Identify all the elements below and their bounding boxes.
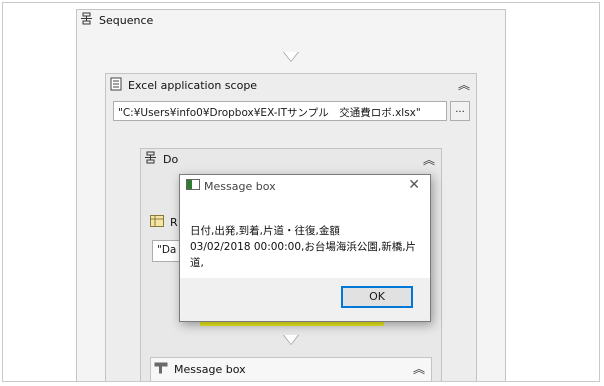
message-box-activity-header[interactable]: Message box ︽ bbox=[151, 358, 431, 380]
collapse-icon[interactable]: ︽ bbox=[458, 76, 470, 93]
collapse-icon[interactable]: ︽ bbox=[413, 360, 425, 377]
excel-document-icon bbox=[110, 77, 122, 94]
app-window-icon bbox=[186, 179, 200, 193]
sequence-icon bbox=[144, 151, 157, 167]
spreadsheet-icon bbox=[150, 214, 164, 230]
collapse-icon[interactable]: ︽ bbox=[423, 151, 435, 168]
excel-scope-header[interactable]: Excel application scope ︽ bbox=[106, 74, 476, 96]
sequence-icon bbox=[80, 12, 93, 28]
workbook-path-input[interactable]: "C:¥Users¥info0¥Dropbox¥EX-ITサンプル 交通費ロボ.… bbox=[113, 101, 447, 121]
dialog-message-line: 03/02/2018 00:00:00,お台場海浜公園,新橋,片道, bbox=[190, 241, 417, 269]
read-range-title: R bbox=[170, 215, 178, 229]
browse-button[interactable]: ... bbox=[450, 101, 470, 121]
do-title: Do bbox=[163, 152, 179, 166]
dialog-title: Message box bbox=[204, 179, 276, 193]
dialog-message-line: 日付,出発,到着,片道・往復,金額 bbox=[190, 225, 340, 237]
message-box-activity-title: Message box bbox=[174, 362, 246, 376]
excel-scope-title: Excel application scope bbox=[128, 78, 258, 92]
close-icon[interactable]: ✕ bbox=[408, 177, 420, 193]
dialog-titlebar[interactable]: Message box ✕ bbox=[180, 175, 430, 197]
do-header[interactable]: Do ︽ bbox=[141, 149, 441, 169]
ok-button[interactable]: OK bbox=[341, 286, 413, 308]
message-box-icon bbox=[154, 362, 168, 377]
dialog-message: 日付,出発,到着,片道・往復,金額 03/02/2018 00:00:00,お台… bbox=[190, 223, 425, 271]
sequence-header[interactable]: Sequence bbox=[77, 10, 505, 30]
sequence-title: Sequence bbox=[99, 13, 154, 27]
